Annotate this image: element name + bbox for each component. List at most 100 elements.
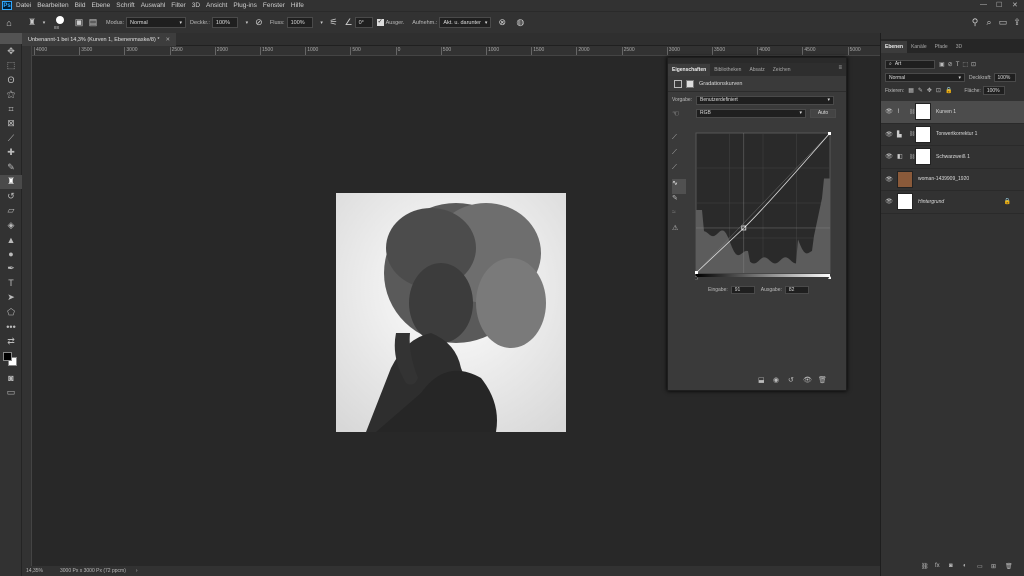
- sample-select[interactable]: Akt. u. darunter ▾: [439, 17, 492, 28]
- share-icon[interactable]: ⇪: [1010, 17, 1024, 28]
- brush-preset-picker[interactable]: 88: [52, 13, 70, 33]
- brush-tool-icon[interactable]: ✎: [0, 160, 22, 175]
- document-tab[interactable]: Unbenannt-1 bei 14,3% (Kurven 1, Ebenenm…: [22, 33, 177, 46]
- airbrush-icon[interactable]: ⚟: [327, 17, 341, 28]
- visibility-icon[interactable]: 👁: [881, 198, 897, 205]
- new-group-icon[interactable]: ▭: [977, 563, 991, 570]
- menu-ansicht[interactable]: Ansicht: [206, 2, 227, 9]
- smooth-curve-icon[interactable]: ≈: [672, 209, 686, 224]
- output-field[interactable]: 82: [784, 286, 809, 294]
- tab-3d[interactable]: 3D: [952, 41, 966, 53]
- pen-tool-icon[interactable]: ✒: [0, 262, 22, 277]
- layer-row-kurven[interactable]: 👁 ⌇ ⛓ Kurven 1: [881, 101, 1024, 124]
- zoom-level[interactable]: 14,35%: [26, 568, 56, 574]
- lock-icons[interactable]: ▦✎✥⊡🔒: [908, 87, 956, 94]
- layer-mask-thumbnail[interactable]: [915, 125, 931, 143]
- screen-mode-icon[interactable]: ▭: [0, 385, 22, 400]
- menu-hilfe[interactable]: Hilfe: [291, 2, 304, 9]
- adjustment-layer-icon[interactable]: ◐: [963, 563, 977, 570]
- gray-point-eyedropper-icon[interactable]: ⟋: [672, 149, 686, 164]
- layer-row-tonwert[interactable]: 👁 ▙ ⛓ Tonwertkorrektur 1: [881, 124, 1024, 146]
- foreground-color-swatch[interactable]: [3, 351, 12, 361]
- curve-points-icon[interactable]: ∿: [672, 179, 686, 194]
- tab-eigenschaften[interactable]: Eigenschaften: [668, 64, 711, 76]
- auto-button[interactable]: Auto: [810, 108, 836, 118]
- menu-fenster[interactable]: Fenster: [263, 2, 285, 9]
- curve-pencil-icon[interactable]: ✎: [672, 194, 686, 209]
- menu-auswahl[interactable]: Auswahl: [141, 2, 166, 9]
- layer-filter-icons[interactable]: ▣⊘T⬚⊡: [939, 61, 979, 68]
- paint-bucket-icon[interactable]: ◈: [0, 218, 22, 233]
- workspace-icon[interactable]: ▭: [996, 17, 1010, 28]
- layer-opacity-input[interactable]: 100%: [993, 73, 1016, 82]
- blend-mode-select[interactable]: Normal ▾: [885, 73, 965, 82]
- eyedropper-icon[interactable]: ⟋: [0, 131, 22, 146]
- tab-kanaele[interactable]: Kanäle: [907, 41, 931, 53]
- search-people-icon[interactable]: ⚲: [968, 17, 982, 28]
- curves-adjustment-icon[interactable]: [674, 79, 682, 88]
- tab-absatz[interactable]: Absatz: [745, 64, 768, 76]
- white-point-eyedropper-icon[interactable]: ⟋: [672, 164, 686, 179]
- preset-select[interactable]: Benutzerdefiniert ▾: [696, 95, 834, 105]
- clone-source-icon[interactable]: ▤: [86, 17, 100, 28]
- eraser-icon[interactable]: ▱: [0, 204, 22, 219]
- brush-settings-icon[interactable]: ▣: [72, 17, 86, 28]
- chevron-down-icon[interactable]: ▾: [40, 20, 48, 26]
- angle-input[interactable]: 0°: [354, 17, 373, 28]
- layer-filter-select[interactable]: ⌕ Art: [885, 59, 935, 69]
- menu-filter[interactable]: Filter: [171, 2, 185, 9]
- visibility-icon[interactable]: 👁: [881, 108, 897, 115]
- blur-tool-icon[interactable]: ▲: [0, 233, 22, 248]
- opacity-input[interactable]: 100%: [211, 17, 238, 28]
- close-icon[interactable]: ✕: [1012, 1, 1018, 9]
- input-field[interactable]: 91: [730, 286, 755, 294]
- tab-pfade[interactable]: Pfade: [931, 41, 952, 53]
- panel-menu-icon[interactable]: ≡: [838, 65, 842, 71]
- clone-stamp-icon[interactable]: ♜: [24, 17, 40, 28]
- menu-bearbeiten[interactable]: Bearbeiten: [37, 2, 68, 9]
- ignore-adjustment-icon[interactable]: ⊗: [495, 17, 509, 28]
- mode-select[interactable]: Normal ▾: [126, 17, 187, 28]
- layer-mask-thumbnail[interactable]: [915, 148, 931, 166]
- delete-layer-icon[interactable]: 🗑: [1005, 563, 1019, 570]
- visibility-icon[interactable]: 👁: [881, 176, 897, 183]
- magic-wand-icon[interactable]: ⚝: [0, 88, 22, 103]
- shape-tool-icon[interactable]: ⬠: [0, 305, 22, 320]
- frame-tool-icon[interactable]: ⊠: [0, 117, 22, 132]
- background-layer-thumbnail[interactable]: [897, 193, 913, 211]
- swap-colors-icon[interactable]: ⇄: [0, 334, 22, 349]
- more-tools-icon[interactable]: •••: [0, 320, 22, 335]
- reset-icon[interactable]: ↺: [788, 376, 803, 384]
- layer-row-hintergrund[interactable]: 👁 Hintergrund 🔒: [881, 191, 1024, 214]
- layer-row-photo[interactable]: 👁 woman-1439909_1920: [881, 169, 1024, 191]
- search-icon[interactable]: ⌕: [982, 17, 996, 28]
- maximize-icon[interactable]: ☐: [996, 1, 1002, 9]
- color-swatches[interactable]: [0, 349, 22, 371]
- fill-input[interactable]: 100%: [982, 86, 1005, 95]
- document-image[interactable]: [336, 193, 566, 432]
- tab-zeichen[interactable]: Zeichen: [769, 64, 795, 76]
- crop-tool-icon[interactable]: ⌗: [0, 102, 22, 117]
- lasso-tool-icon[interactable]: ʘ: [0, 73, 22, 88]
- menu-ebene[interactable]: Ebene: [91, 2, 110, 9]
- layer-mask-thumbnail[interactable]: [915, 103, 931, 121]
- flow-input[interactable]: 100%: [286, 17, 313, 28]
- menu-schrift[interactable]: Schrift: [116, 2, 134, 9]
- add-mask-icon[interactable]: ◙: [949, 563, 963, 570]
- link-layers-icon[interactable]: ⛓: [921, 563, 935, 570]
- curves-graph[interactable]: [695, 132, 831, 280]
- healing-brush-icon[interactable]: ✚: [0, 146, 22, 161]
- delete-icon[interactable]: 🗑: [818, 376, 833, 384]
- mask-icon[interactable]: [686, 79, 694, 88]
- home-icon[interactable]: ⌂: [0, 18, 18, 28]
- status-menu-arrow[interactable]: ›: [136, 568, 138, 574]
- minimize-icon[interactable]: —: [980, 1, 987, 8]
- black-point-eyedropper-icon[interactable]: ⟋: [672, 134, 686, 149]
- history-brush-icon[interactable]: ↺: [0, 189, 22, 204]
- clipping-warning-icon[interactable]: ⚠: [672, 224, 686, 239]
- visibility-icon[interactable]: 👁: [881, 131, 897, 138]
- dodge-tool-icon[interactable]: ●: [0, 247, 22, 262]
- menu-bild[interactable]: Bild: [75, 2, 86, 9]
- fx-icon[interactable]: fx: [935, 563, 949, 570]
- menu-datei[interactable]: Datei: [16, 2, 31, 9]
